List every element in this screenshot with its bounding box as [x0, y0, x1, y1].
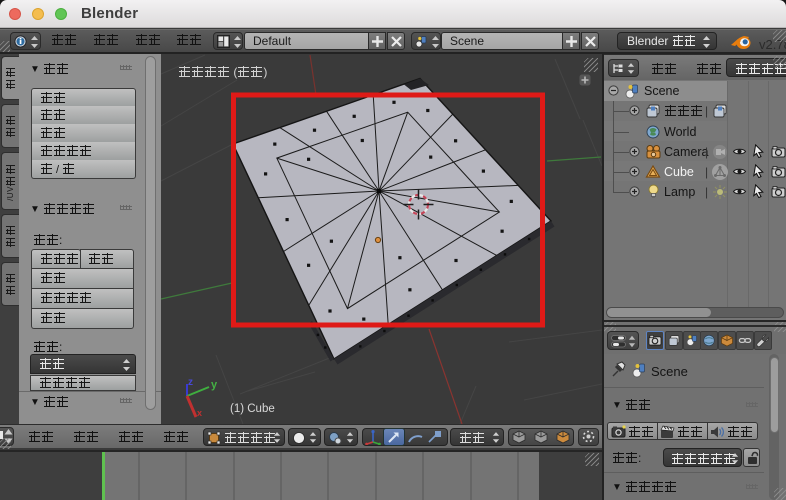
svg-text:y: y [211, 379, 218, 391]
svg-text:x: x [197, 408, 202, 418]
svg-text:z: z [188, 377, 193, 388]
